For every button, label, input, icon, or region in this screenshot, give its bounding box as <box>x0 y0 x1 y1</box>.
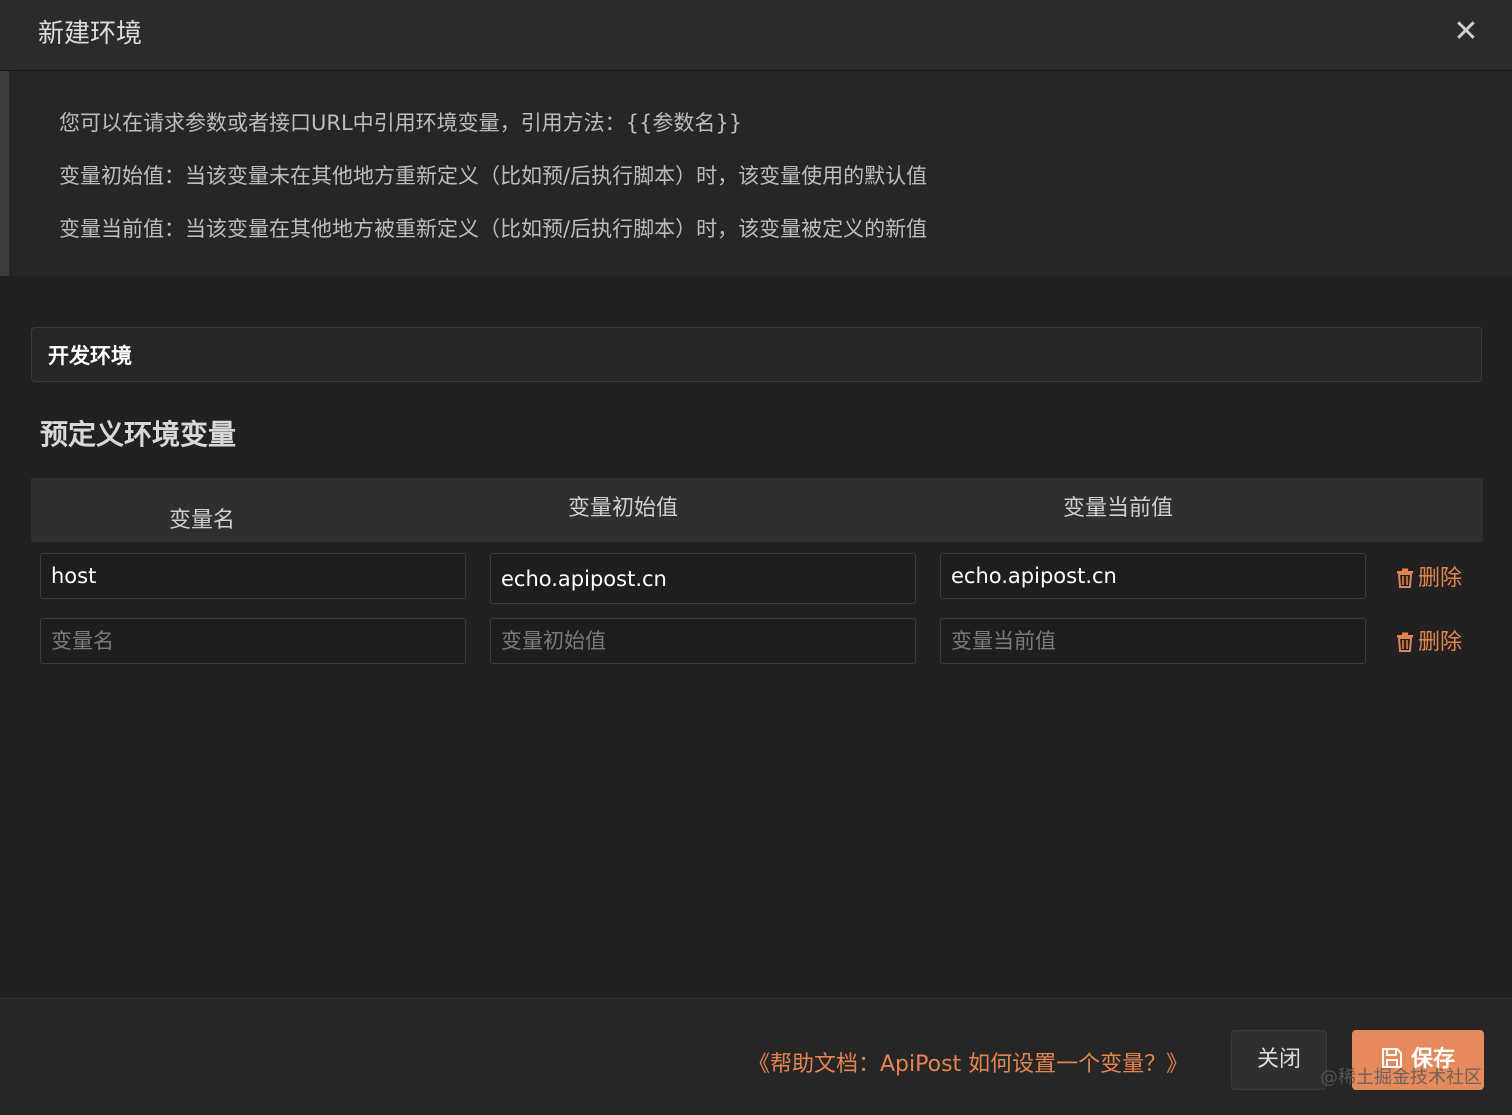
header-current-value: 变量当前值 <box>1063 496 1174 521</box>
delete-label: 删除 <box>1418 630 1463 655</box>
help-doc-link[interactable]: 《帮助文档：ApiPost 如何设置一个变量？》 <box>748 1046 1188 1078</box>
close-button[interactable]: 关闭 <box>1231 1030 1327 1090</box>
environment-name-input[interactable] <box>31 327 1482 382</box>
trash-icon <box>1397 632 1413 652</box>
info-line-current-value: 变量当前值：当该变量在其他地方被重新定义（比如预/后执行脚本）时，该变量被定义的… <box>59 217 928 241</box>
current-value-input[interactable] <box>940 553 1366 599</box>
watermark: @稀土掘金技术社区 <box>1320 1067 1482 1088</box>
dialog-header: 新建环境 ✕ <box>0 0 1512 71</box>
variable-name-input[interactable] <box>40 618 466 664</box>
delete-row-button[interactable]: 删除 <box>1396 560 1462 592</box>
current-value-input[interactable] <box>940 618 1366 664</box>
section-title: 预定义环境变量 <box>40 418 237 451</box>
header-variable-name: 变量名 <box>169 508 236 533</box>
close-icon[interactable]: ✕ <box>1450 16 1482 48</box>
header-initial-value: 变量初始值 <box>568 496 679 521</box>
delete-label: 删除 <box>1418 566 1463 591</box>
table-header: 变量名 变量初始值 变量当前值 <box>31 478 1483 542</box>
trash-icon <box>1397 568 1413 588</box>
info-panel: 您可以在请求参数或者接口URL中引用环境变量，引用方法：{{参数名}} 变量初始… <box>0 71 1512 276</box>
info-line-reference: 您可以在请求参数或者接口URL中引用环境变量，引用方法：{{参数名}} <box>59 111 743 135</box>
initial-value-input[interactable] <box>490 618 916 664</box>
info-line-initial-value: 变量初始值：当该变量未在其他地方重新定义（比如预/后执行脚本）时，该变量使用的默… <box>59 164 928 188</box>
delete-row-button[interactable]: 删除 <box>1396 624 1462 656</box>
variable-name-input[interactable] <box>40 553 466 599</box>
initial-value-input[interactable] <box>490 553 916 604</box>
dialog-title: 新建环境 <box>38 19 143 49</box>
